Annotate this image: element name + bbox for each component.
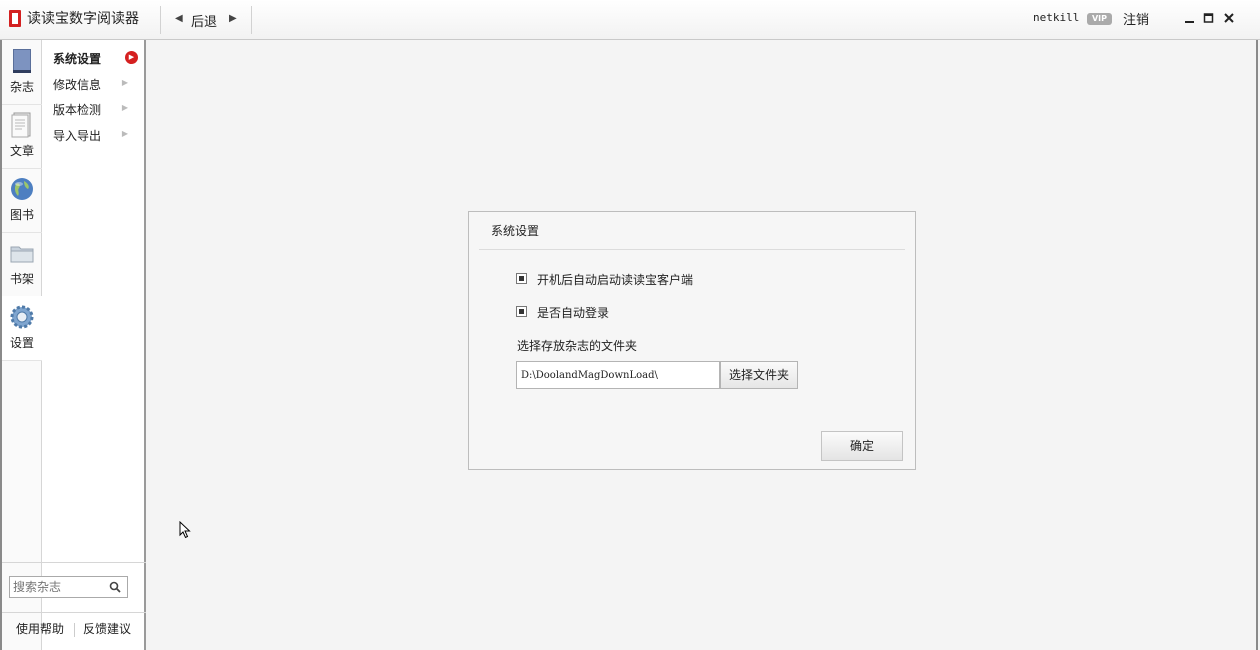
submenu-item-edit-info[interactable]: 修改信息 ▶ [53,76,138,94]
submenu-label: 版本检测 [53,103,102,117]
feedback-link[interactable]: 反馈建议 [83,620,131,637]
divider [2,612,146,613]
search-input[interactable] [13,579,105,595]
logout-button[interactable]: 注销 [1123,9,1149,28]
article-icon [10,112,34,138]
submenu-label: 导入导出 [53,129,102,143]
vip-badge: VIP [1087,13,1112,25]
category-iconbar: 杂志 文章 图书 书架 设置 [0,40,42,650]
back-button[interactable]: 后退 [191,11,217,30]
iconbar-label: 杂志 [9,80,34,94]
globe-icon [10,176,34,202]
chevron-right-icon: ▶ [121,103,128,112]
forward-arrow-icon[interactable]: ▶ [229,13,237,24]
search-box [9,576,128,598]
submenu-label: 修改信息 [53,78,102,92]
help-link[interactable]: 使用帮助 [16,620,64,637]
title-bar: 读读宝数字阅读器 ◀ 后退 ▶ netkill VIP 注销 [0,0,1260,40]
iconbar-item-books[interactable]: 图书 [2,168,42,233]
submenu-item-import-export[interactable]: 导入导出 ▶ [53,127,138,145]
system-settings-panel: 系统设置 开机后自动启动读读宝客户端 是否自动登录 选择存放杂志的文件夹 选择文… [468,211,916,470]
username: netkill [1033,11,1080,24]
iconbar-item-bookshelf[interactable]: 书架 [2,232,42,297]
mouse-cursor-icon [179,520,191,539]
minimize-icon[interactable] [1183,12,1197,28]
gear-icon [10,304,34,330]
iconbar-label: 图书 [9,208,34,222]
iconbar-item-article[interactable]: 文章 [2,104,42,169]
iconbar-item-magazine[interactable]: 杂志 [2,40,42,105]
chevron-right-icon: ▶ [121,78,128,87]
folder-path-input[interactable] [516,361,720,389]
divider [74,623,75,637]
choose-folder-button[interactable]: 选择文件夹 [720,361,798,389]
iconbar-item-settings[interactable]: 设置 [2,296,42,361]
iconbar-label: 书架 [9,272,34,286]
magazine-icon [10,48,34,74]
ok-button[interactable]: 确定 [821,431,903,461]
submenu-item-system-settings[interactable]: 系统设置 ▶ [53,50,138,68]
back-arrow-icon[interactable]: ◀ [175,13,183,24]
autostart-label: 开机后自动启动读读宝客户端 [537,273,694,287]
submenu-label: 系统设置 [53,52,102,66]
app-title: 读读宝数字阅读器 [27,11,139,27]
autologin-label: 是否自动登录 [537,306,610,320]
app-logo-icon [9,10,21,27]
submenu-item-version-check[interactable]: 版本检测 ▶ [53,101,138,119]
divider [2,562,146,563]
autostart-checkbox[interactable] [516,273,527,284]
autologin-checkbox[interactable] [516,306,527,317]
folder-icon [10,240,34,266]
folder-label: 选择存放杂志的文件夹 [517,339,638,353]
toolbar-separator [251,6,252,34]
divider [479,249,905,250]
toolbar-separator [160,6,161,34]
iconbar-label: 文章 [9,144,34,158]
settings-submenu: 系统设置 ▶ 修改信息 ▶ 版本检测 ▶ 导入导出 ▶ [42,40,146,650]
close-icon[interactable] [1222,12,1236,28]
maximize-icon[interactable] [1202,12,1216,28]
iconbar-label: 设置 [9,336,34,350]
chevron-right-icon: ▶ [121,129,128,138]
panel-title: 系统设置 [491,224,540,238]
play-arrow-icon: ▶ [125,51,138,64]
search-icon[interactable] [109,581,121,593]
